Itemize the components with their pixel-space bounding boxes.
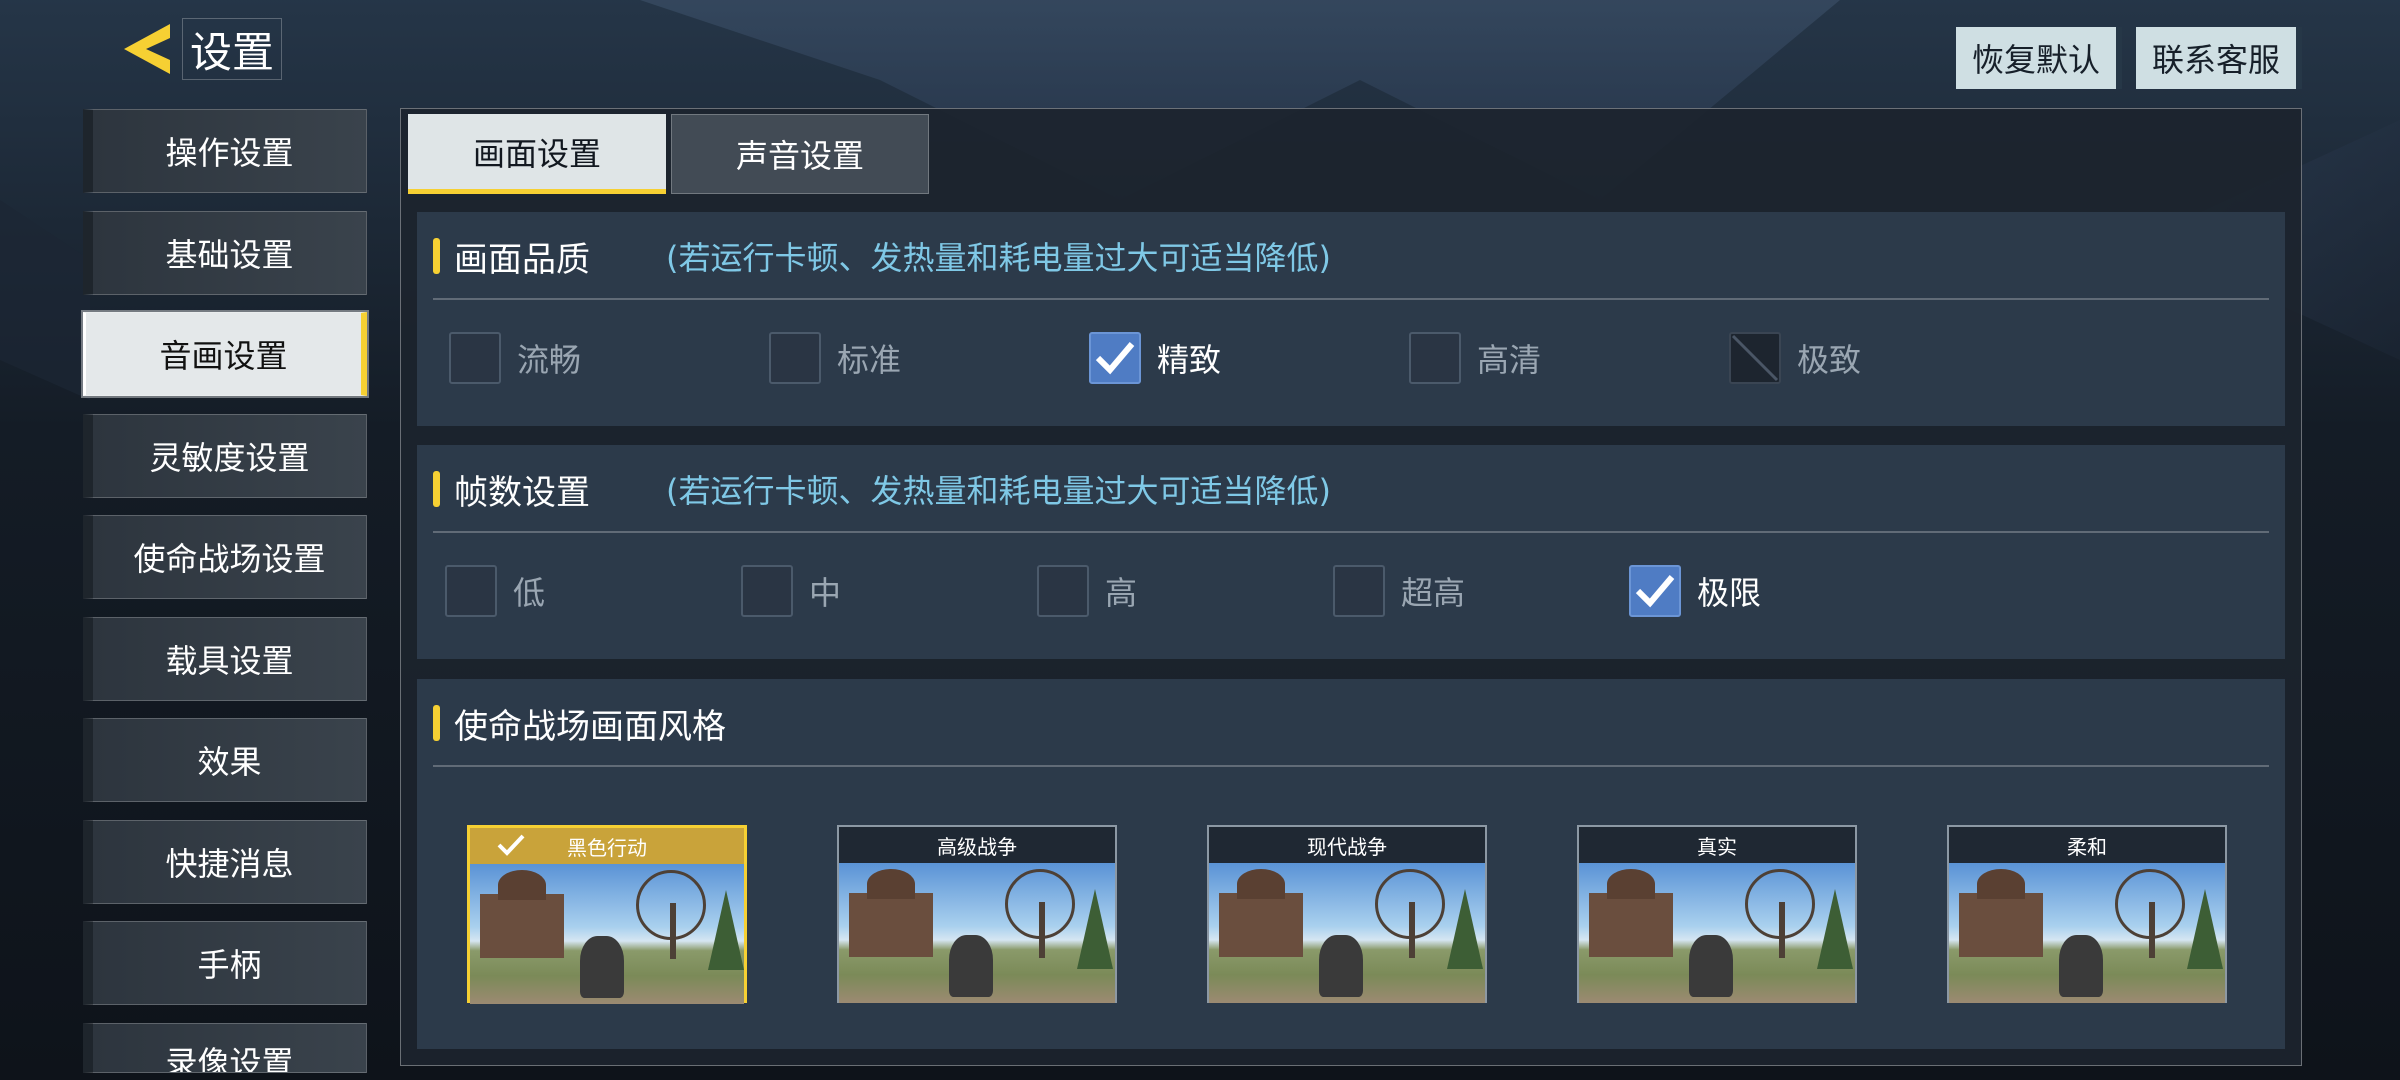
style-preview-image xyxy=(1949,863,2225,1003)
section-header: 帧数设置 (若运行卡顿、发热量和耗电量过大可适当降低) xyxy=(433,465,1331,513)
quality-option-ultimate: 极致 xyxy=(1729,332,1861,384)
section-title: 画面品质 xyxy=(454,239,590,280)
section-title: 使命战场画面风格 xyxy=(454,706,726,747)
section-accent-bar xyxy=(433,705,440,741)
checkbox[interactable] xyxy=(445,565,497,617)
frame-option-max[interactable]: 极限 xyxy=(1629,565,1761,617)
frame-option-high[interactable]: 高 xyxy=(1037,565,1137,617)
section-title: 帧数设置 xyxy=(454,472,590,513)
checkbox-checked[interactable] xyxy=(1089,332,1141,384)
checkmark-icon xyxy=(1635,575,1675,608)
divider xyxy=(433,531,2269,533)
checkmark-icon xyxy=(497,834,525,856)
sidebar-item-recording[interactable]: 录像设置 xyxy=(83,1022,367,1073)
card-label: 黑色行动 xyxy=(567,835,647,860)
style-preview-image xyxy=(839,863,1115,1003)
card-label-row: 真实 xyxy=(1579,827,1855,863)
sidebar-item-effects[interactable]: 效果 xyxy=(83,718,367,802)
card-label-row: 现代战争 xyxy=(1209,827,1485,863)
card-label: 真实 xyxy=(1697,834,1737,859)
card-label: 柔和 xyxy=(2067,834,2107,859)
sidebar-item-quick-message[interactable]: 快捷消息 xyxy=(83,819,367,904)
section-hint: (若运行卡顿、发热量和耗电量过大可适当降低) xyxy=(666,239,1331,277)
sidebar-item-audio-video[interactable]: 音画设置 xyxy=(81,310,369,398)
style-card-soft[interactable]: 柔和 xyxy=(1947,825,2227,1003)
divider xyxy=(433,765,2269,767)
section-header: 画面品质 (若运行卡顿、发热量和耗电量过大可适当降低) xyxy=(433,232,1331,280)
sidebar-item-battle-royale[interactable]: 使命战场设置 xyxy=(83,515,367,599)
battle-royale-style-section: 使命战场画面风格 黑色行动 高级战争 现代战争 真实 柔和 xyxy=(417,679,2285,1049)
sidebar-item-vehicle[interactable]: 载具设置 xyxy=(83,616,367,701)
style-preview-image xyxy=(470,864,744,1004)
section-accent-bar xyxy=(433,471,440,507)
option-label: 流畅 xyxy=(517,341,582,379)
option-label: 精致 xyxy=(1157,341,1222,379)
disabled-slash-icon xyxy=(1731,334,1779,382)
quality-options: 流畅 标准 精致 高清 极致 xyxy=(449,332,2249,392)
quality-option-standard[interactable]: 标准 xyxy=(769,332,901,384)
card-label: 现代战争 xyxy=(1307,834,1387,859)
section-header: 使命战场画面风格 xyxy=(433,699,726,747)
back-button[interactable] xyxy=(118,18,178,80)
tab-sound[interactable]: 声音设置 xyxy=(671,114,929,194)
quality-option-hd[interactable]: 高清 xyxy=(1409,332,1541,384)
settings-sidebar: 操作设置 基础设置 音画设置 灵敏度设置 使命战场设置 载具设置 效果 快捷消息… xyxy=(81,109,369,1080)
section-accent-bar xyxy=(433,238,440,274)
card-label-row: 黑色行动 xyxy=(470,828,744,864)
frame-option-low[interactable]: 低 xyxy=(445,565,545,617)
frame-rate-options: 低 中 高 超高 极限 xyxy=(445,565,2249,625)
option-label: 高 xyxy=(1105,574,1138,612)
card-label-row: 高级战争 xyxy=(839,827,1115,863)
frame-option-ultra[interactable]: 超高 xyxy=(1333,565,1465,617)
sidebar-item-sensitivity[interactable]: 灵敏度设置 xyxy=(83,413,367,498)
card-label: 高级战争 xyxy=(937,834,1017,859)
contact-support-button[interactable]: 联系客服 xyxy=(2136,27,2302,89)
restore-default-button[interactable]: 恢复默认 xyxy=(1956,27,2122,89)
frame-option-medium[interactable]: 中 xyxy=(741,565,841,617)
card-label-row: 柔和 xyxy=(1949,827,2225,863)
tab-graphics[interactable]: 画面设置 xyxy=(408,114,666,194)
option-label: 高清 xyxy=(1477,341,1542,379)
background-shape xyxy=(0,200,90,400)
sidebar-item-basic[interactable]: 基础设置 xyxy=(83,210,367,295)
settings-panel: 画面设置 声音设置 画面品质 (若运行卡顿、发热量和耗电量过大可适当降低) 流畅… xyxy=(400,108,2302,1066)
sidebar-item-controls[interactable]: 操作设置 xyxy=(83,109,367,193)
option-label: 中 xyxy=(809,574,842,612)
checkbox[interactable] xyxy=(769,332,821,384)
style-card-modern-warfare[interactable]: 现代战争 xyxy=(1207,825,1487,1003)
page-title: 设置 xyxy=(182,18,282,80)
quality-option-fine[interactable]: 精致 xyxy=(1089,332,1221,384)
style-preview-image xyxy=(1209,863,1485,1003)
style-preview-image xyxy=(1579,863,1855,1003)
option-label: 超高 xyxy=(1401,574,1466,612)
sidebar-item-controller[interactable]: 手柄 xyxy=(83,921,367,1005)
back-arrow-icon xyxy=(124,24,170,74)
option-label: 低 xyxy=(513,574,546,612)
checkmark-icon xyxy=(1095,342,1135,375)
checkbox[interactable] xyxy=(1037,565,1089,617)
checkbox-checked[interactable] xyxy=(1629,565,1681,617)
checkbox[interactable] xyxy=(1333,565,1385,617)
option-label: 极限 xyxy=(1697,574,1762,612)
style-card-advanced-warfare[interactable]: 高级战争 xyxy=(837,825,1117,1003)
style-cards: 黑色行动 高级战争 现代战争 真实 柔和 xyxy=(467,825,2267,1005)
checkbox[interactable] xyxy=(449,332,501,384)
style-card-realistic[interactable]: 真实 xyxy=(1577,825,1857,1003)
quality-option-smooth[interactable]: 流畅 xyxy=(449,332,581,384)
style-card-black-ops[interactable]: 黑色行动 xyxy=(467,825,747,1004)
divider xyxy=(433,298,2269,300)
option-label: 标准 xyxy=(837,341,902,379)
checkbox-disabled xyxy=(1729,332,1781,384)
checkbox[interactable] xyxy=(741,565,793,617)
checkbox[interactable] xyxy=(1409,332,1461,384)
frame-rate-section: 帧数设置 (若运行卡顿、发热量和耗电量过大可适当降低) 低 中 高 超高 极限 xyxy=(417,445,2285,659)
option-label: 极致 xyxy=(1797,341,1862,379)
section-hint: (若运行卡顿、发热量和耗电量过大可适当降低) xyxy=(666,472,1331,510)
graphics-quality-section: 画面品质 (若运行卡顿、发热量和耗电量过大可适当降低) 流畅 标准 精致 高清 … xyxy=(417,212,2285,426)
